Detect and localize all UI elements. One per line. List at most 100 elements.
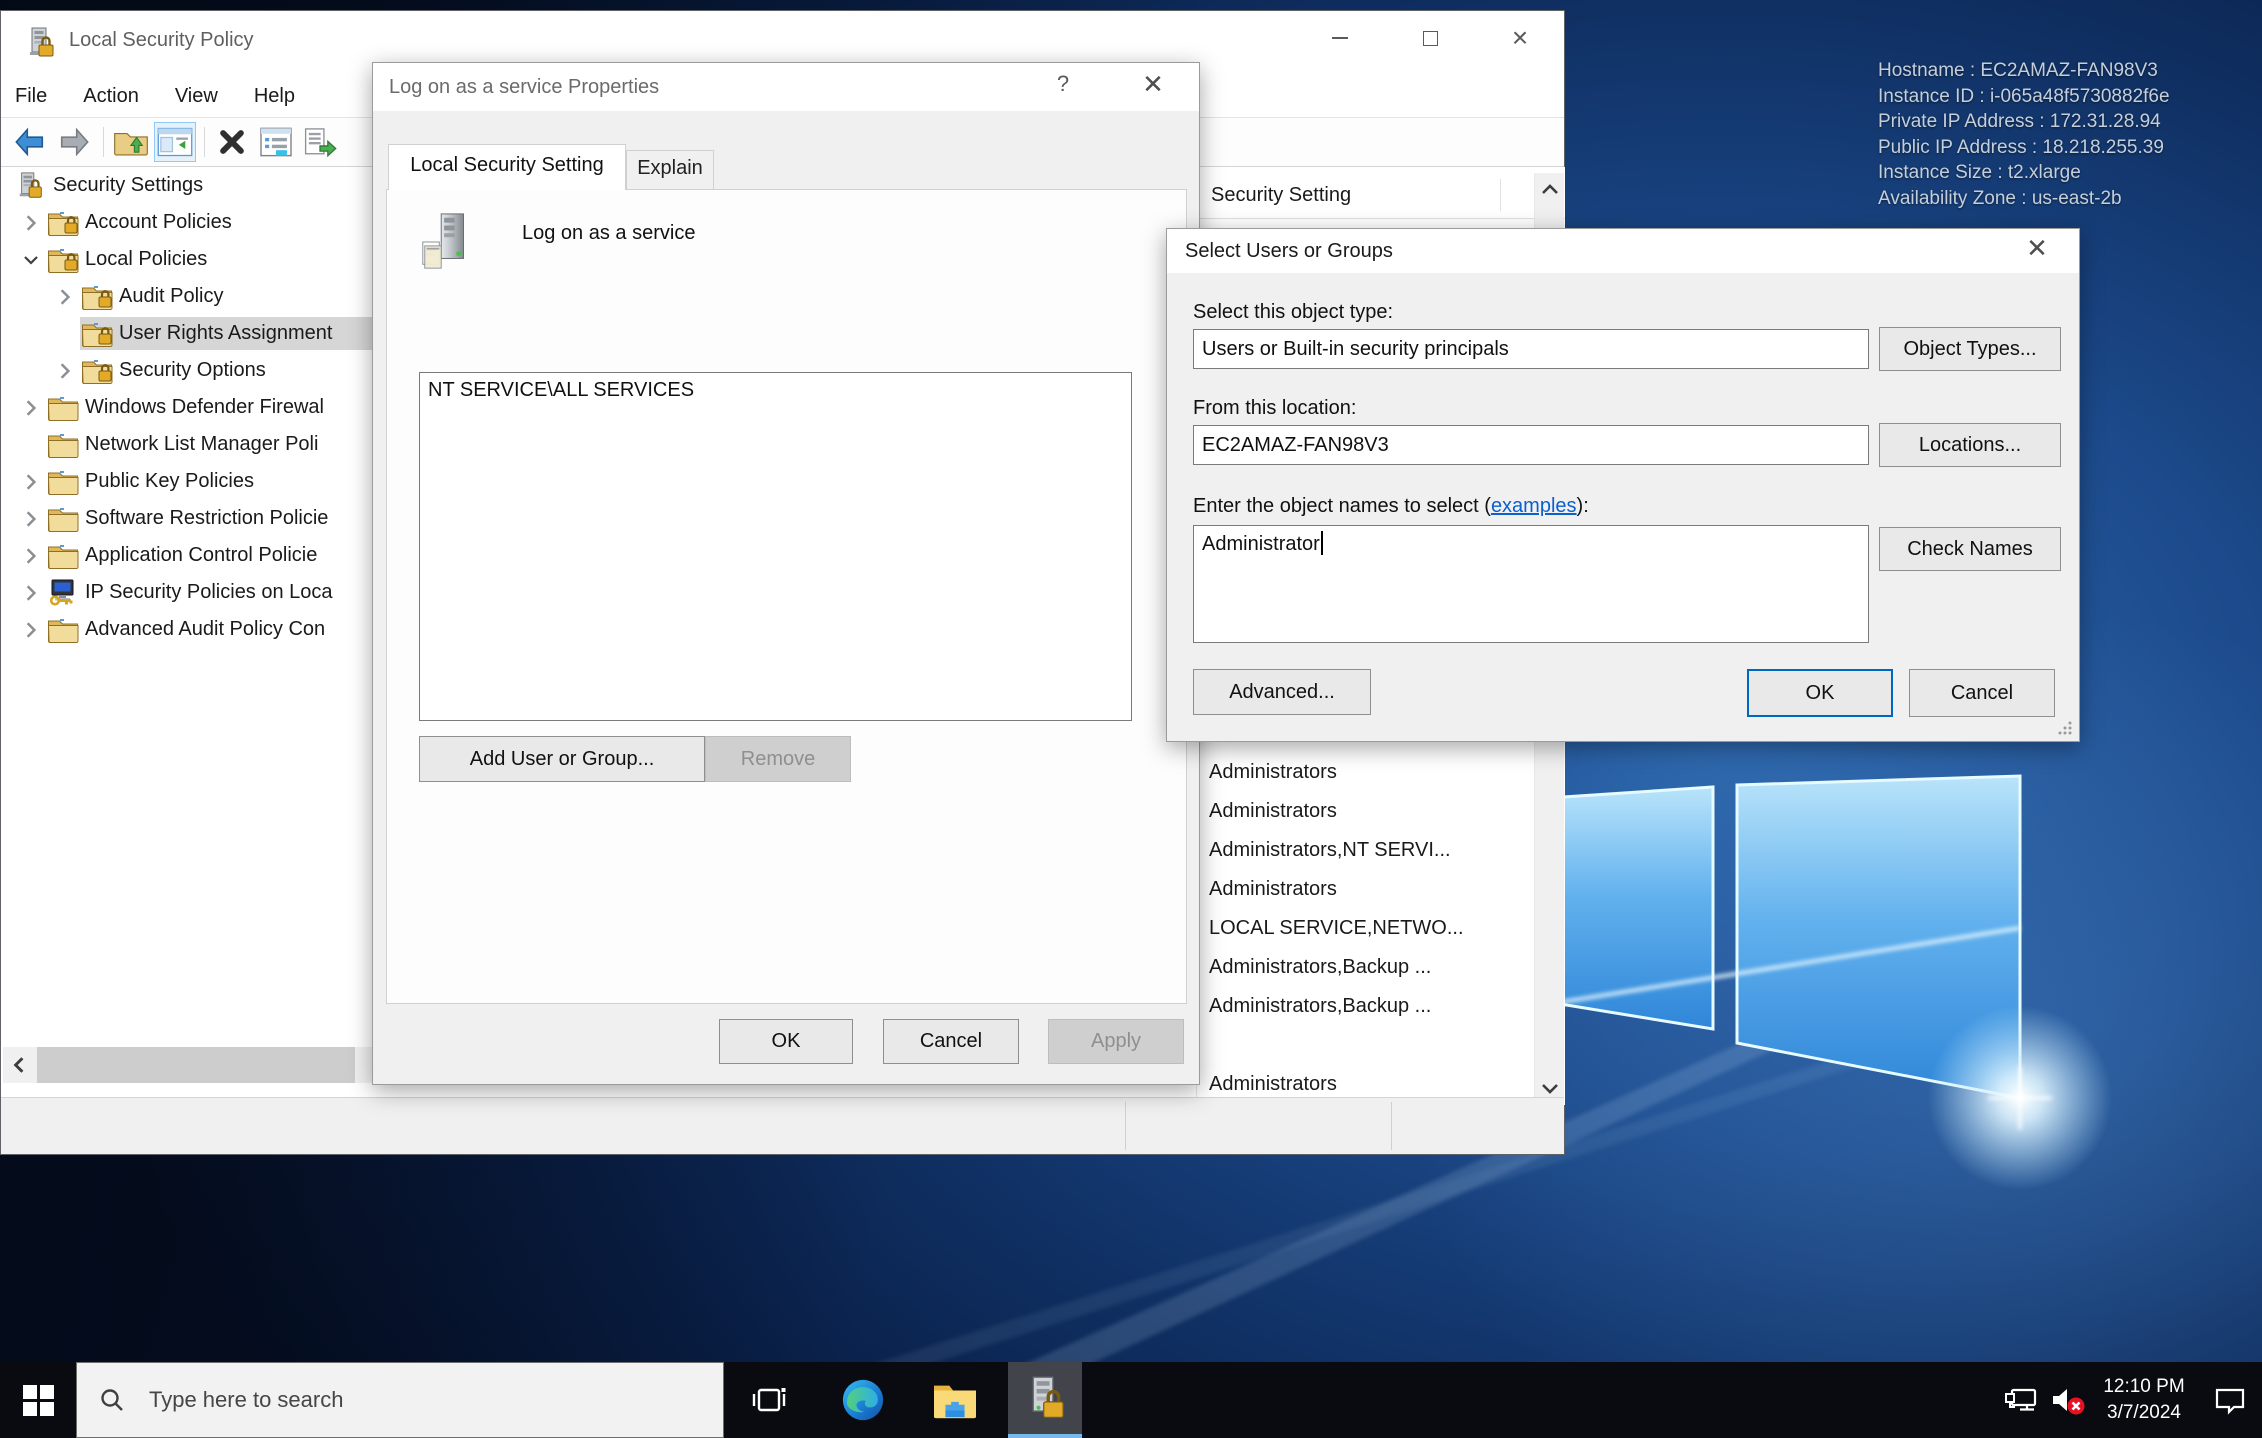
chevron-right-icon[interactable] <box>16 581 46 605</box>
properties-button[interactable] <box>255 122 297 162</box>
tree-item[interactable]: Account Policies <box>2 204 374 241</box>
column-header-row: Security Setting <box>1197 173 1565 219</box>
minimize-button[interactable] <box>1295 11 1385 65</box>
tree-item[interactable]: Application Control Policie <box>2 537 374 574</box>
check-names-button[interactable]: Check Names <box>1879 527 2061 571</box>
advanced-button[interactable]: Advanced... <box>1193 669 1371 715</box>
tree-horizontal-scrollbar[interactable] <box>3 1047 373 1083</box>
tab-local-security-setting[interactable]: Local Security Setting <box>388 144 626 190</box>
tree-item[interactable]: IP Security Policies on Loca <box>2 574 374 611</box>
properties-ok-button[interactable]: OK <box>719 1019 853 1064</box>
close-button[interactable]: × <box>1475 11 1565 65</box>
chevron-right-icon[interactable] <box>50 359 80 383</box>
statusbar-divider <box>1125 1102 1126 1150</box>
action-center-button[interactable] <box>2198 1362 2262 1438</box>
remove-button[interactable]: Remove <box>705 736 851 782</box>
column-divider[interactable] <box>1500 179 1501 211</box>
add-user-or-group-button[interactable]: Add User or Group... <box>419 736 705 782</box>
policy-row[interactable]: Administrators,Backup ... <box>1203 987 1528 1026</box>
security-setting-column-header[interactable]: Security Setting <box>1211 184 1351 207</box>
menu-action[interactable]: Action <box>83 81 139 112</box>
tree-item-label: Security Settings <box>48 174 203 197</box>
export-folder-button[interactable] <box>110 122 152 162</box>
location-field[interactable]: EC2AMAZ-FAN98V3 <box>1193 425 1869 465</box>
object-names-input[interactable]: Administrator <box>1193 525 1869 643</box>
select-ok-button[interactable]: OK <box>1747 669 1893 717</box>
taskbar-clock[interactable]: 12:10 PM 3/7/2024 <box>2090 1374 2198 1426</box>
select-cancel-button[interactable]: Cancel <box>1909 669 2055 717</box>
scroll-up-button[interactable] <box>1535 173 1565 205</box>
maximize-button[interactable] <box>1385 11 1475 65</box>
chevron-right-icon[interactable] <box>16 396 46 420</box>
chevron-right-icon[interactable] <box>16 544 46 568</box>
tree-item[interactable]: User Rights Assignment <box>2 315 374 352</box>
task-view-button[interactable] <box>732 1362 806 1438</box>
folder-icon <box>46 468 80 495</box>
tree-item[interactable]: Audit Policy <box>2 278 374 315</box>
locations-button[interactable]: Locations... <box>1879 423 2061 467</box>
network-tray-button[interactable] <box>1998 1362 2044 1438</box>
delete-x-icon <box>217 128 247 156</box>
dialog-close-button[interactable]: ✕ <box>2009 233 2065 269</box>
tree-item[interactable]: Advanced Audit Policy Con <box>2 611 374 648</box>
show-console-tree-button[interactable] <box>154 122 196 162</box>
policy-row[interactable]: LOCAL SERVICE,NETWO... <box>1203 909 1528 948</box>
menu-help[interactable]: Help <box>254 81 295 112</box>
properties-cancel-button[interactable]: Cancel <box>883 1019 1019 1064</box>
tree-item[interactable]: Software Restriction Policie <box>2 500 374 537</box>
chevron-right-icon[interactable] <box>16 211 46 235</box>
tree-item[interactable]: Security Options <box>2 352 374 389</box>
chevron-down-icon[interactable] <box>16 248 46 272</box>
secpol-taskbar-button[interactable] <box>1008 1362 1082 1438</box>
back-button[interactable] <box>9 122 51 162</box>
menu-file[interactable]: File <box>15 81 47 112</box>
policy-list: AdministratorsAdministratorsAdministrato… <box>1203 753 1528 1104</box>
policy-row[interactable]: Administrators <box>1203 870 1528 909</box>
dialog-title-bar[interactable]: Log on as a service Properties ? ✕ <box>373 63 1199 111</box>
volume-tray-button[interactable] <box>2044 1362 2090 1438</box>
examples-link[interactable]: examples <box>1491 495 1577 517</box>
object-types-button[interactable]: Object Types... <box>1879 327 2061 371</box>
delete-button[interactable] <box>211 122 253 162</box>
menu-view[interactable]: View <box>175 81 218 112</box>
file-explorer-button[interactable] <box>918 1362 992 1438</box>
folder-lock-icon <box>80 357 114 384</box>
chevron-right-icon[interactable] <box>16 470 46 494</box>
tree-item-label: Network List Manager Poli <box>80 433 318 456</box>
hscroll-thumb[interactable] <box>37 1047 355 1083</box>
chevron-right-icon[interactable] <box>16 507 46 531</box>
tree-item-label: Windows Defender Firewal <box>80 396 324 419</box>
tree-item-label: Software Restriction Policie <box>80 507 328 530</box>
members-listbox[interactable]: NT SERVICE\ALL SERVICES <box>419 372 1132 721</box>
export-list-button[interactable] <box>299 122 341 162</box>
ec2-hostname: Hostname : EC2AMAZ-FAN98V3 <box>1878 58 2170 84</box>
object-type-field[interactable]: Users or Built-in security principals <box>1193 329 1869 369</box>
tree-item[interactable]: Network List Manager Poli <box>2 426 374 463</box>
policy-row[interactable]: Administrators <box>1203 753 1528 792</box>
policy-row[interactable]: Administrators <box>1203 792 1528 831</box>
tree-item[interactable]: Local Policies <box>2 241 374 278</box>
tree-item[interactable]: Windows Defender Firewal <box>2 389 374 426</box>
start-button[interactable] <box>0 1362 76 1438</box>
policy-row[interactable]: Administrators,NT SERVI... <box>1203 831 1528 870</box>
chevron-right-icon[interactable] <box>16 618 46 642</box>
taskbar-search[interactable]: Type here to search <box>76 1362 724 1438</box>
tree-item[interactable]: Security Settings <box>2 167 374 204</box>
resize-grip[interactable] <box>2057 720 2073 736</box>
help-button[interactable]: ? <box>1041 71 1085 105</box>
system-tray: 12:10 PM 3/7/2024 <box>1998 1362 2262 1438</box>
policy-row[interactable] <box>1203 1026 1528 1065</box>
folder-lock-icon <box>46 246 80 273</box>
tab-explain[interactable]: Explain <box>626 150 714 190</box>
tree-item[interactable]: Public Key Policies <box>2 463 374 500</box>
dialog-close-button[interactable]: ✕ <box>1125 69 1181 105</box>
forward-button[interactable] <box>53 122 95 162</box>
member-item[interactable]: NT SERVICE\ALL SERVICES <box>428 379 1123 402</box>
dialog-title-bar[interactable]: Select Users or Groups ✕ <box>1167 229 2079 273</box>
scroll-left-button[interactable] <box>3 1047 35 1083</box>
policy-row[interactable]: Administrators,Backup ... <box>1203 948 1528 987</box>
clock-time: 12:10 PM <box>2090 1374 2198 1400</box>
chevron-right-icon[interactable] <box>50 285 80 309</box>
edge-browser-button[interactable] <box>826 1362 900 1438</box>
properties-apply-button[interactable]: Apply <box>1048 1019 1184 1064</box>
